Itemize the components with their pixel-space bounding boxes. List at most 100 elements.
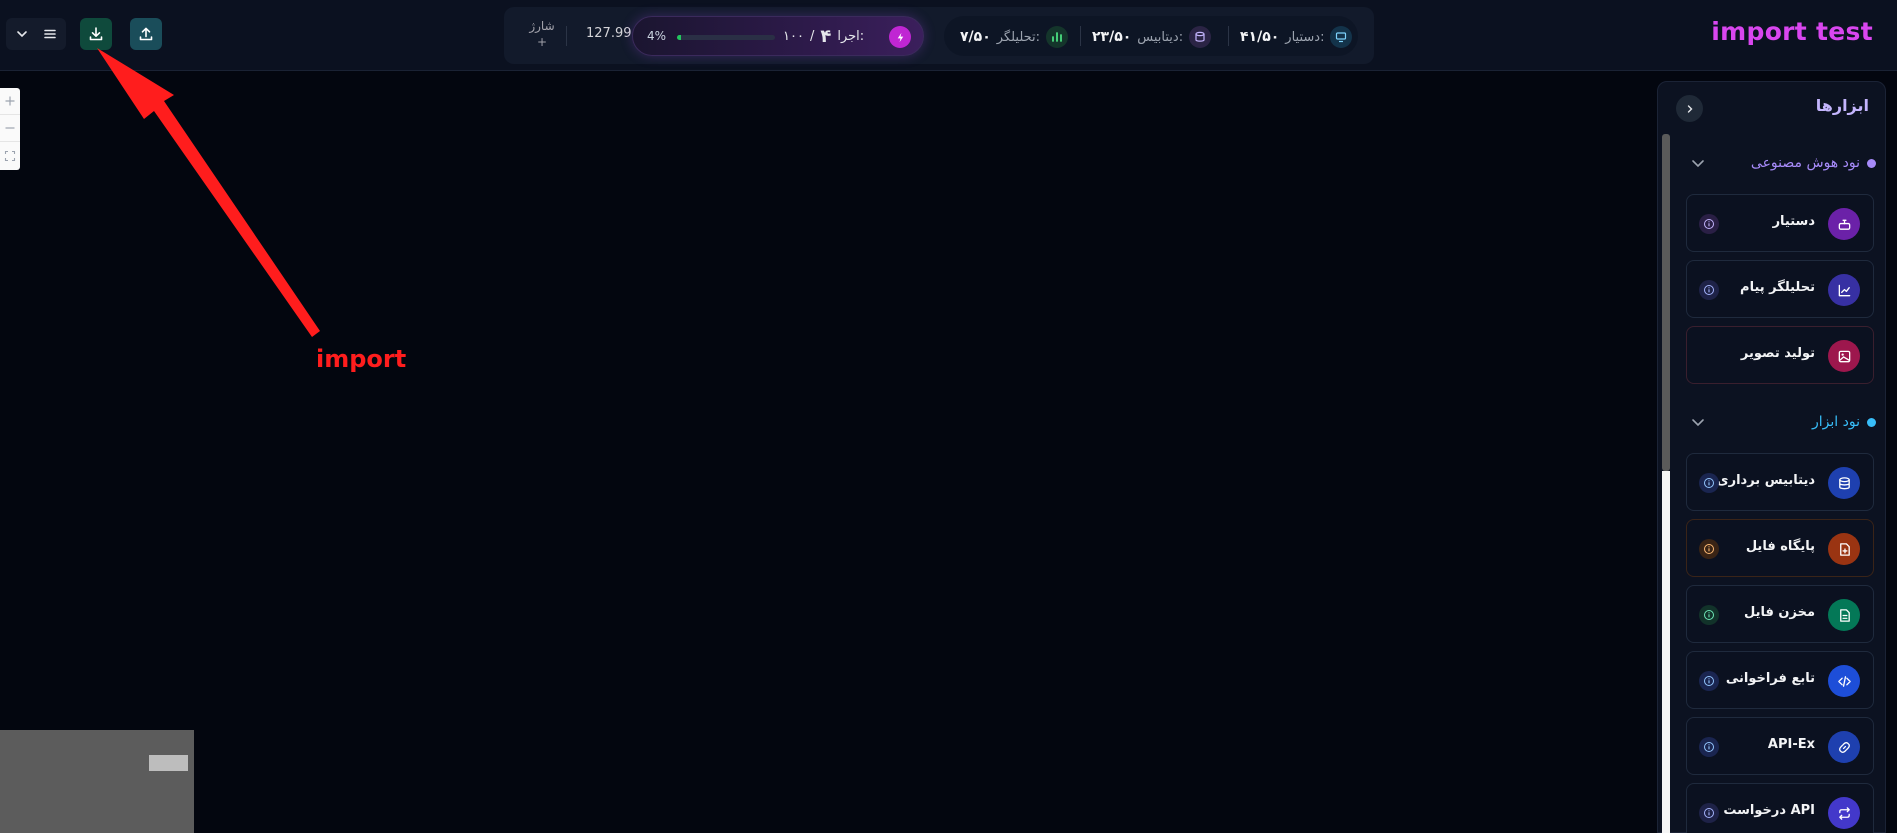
chevron-down-icon[interactable] <box>1690 155 1706 175</box>
run-progress-bar <box>677 35 775 40</box>
fit-view-button[interactable] <box>0 142 20 169</box>
stats-panel: شارژ + 127.99 4% ۱۰۰ / ۴ اجرا: ۷/۵۰ تحلی… <box>504 7 1374 64</box>
node-label: تحلیلگر پیام <box>1740 280 1815 295</box>
progress-fill <box>677 35 681 40</box>
credit-value: 127.99 <box>586 26 632 41</box>
chevron-right-icon <box>1687 104 1692 113</box>
database-value: ۲۳/۵۰ <box>1092 29 1132 45</box>
section-label: نود ابزار <box>1812 414 1860 430</box>
analyzer-value: ۷/۵۰ <box>960 29 991 45</box>
node-card-image-generation[interactable]: تولید تصویر <box>1686 326 1874 384</box>
fullscreen-icon <box>4 150 16 161</box>
chart-icon <box>1828 274 1860 306</box>
node-card-assistant[interactable]: دستیار <box>1686 194 1874 252</box>
section-label: نود هوش مصنوعی <box>1750 155 1860 171</box>
node-card-file-base[interactable]: پایگاه فایل <box>1686 519 1874 577</box>
node-label: API-Ex <box>1767 737 1815 752</box>
link-icon <box>1828 731 1860 763</box>
image-icon <box>1828 340 1860 372</box>
divider <box>1080 26 1081 46</box>
lightning-icon <box>889 26 911 48</box>
chevron-down-icon[interactable] <box>1690 414 1706 434</box>
node-card-message-analyzer[interactable]: تحلیلگر پیام <box>1686 260 1874 318</box>
app-root: { "app": { "title": "import test" }, "to… <box>0 0 1897 833</box>
section-ai-nodes[interactable]: نود هوش مصنوعی <box>1686 153 1876 173</box>
section-dot <box>1867 159 1876 168</box>
info-icon[interactable] <box>1699 803 1719 823</box>
run-sep: / <box>809 29 815 44</box>
export-button[interactable] <box>130 18 162 50</box>
assistant-value: ۴۱/۵۰ <box>1240 29 1280 45</box>
info-icon[interactable] <box>1699 473 1719 493</box>
scrollbar-thumb[interactable] <box>1662 134 1670 471</box>
run-max: ۱۰۰ <box>783 29 804 44</box>
info-icon[interactable] <box>1699 539 1719 559</box>
monitor-icon <box>1330 26 1353 48</box>
file-plus-icon <box>1828 533 1860 565</box>
upload-icon <box>139 27 153 41</box>
scrollbar-track <box>1662 471 1670 833</box>
minimap-node <box>149 755 188 771</box>
bar-chart-icon <box>1046 26 1069 48</box>
robot-icon <box>1828 208 1860 240</box>
database-icon <box>1828 467 1860 499</box>
app-title: import test <box>1711 17 1873 46</box>
run-count: ۴ <box>820 26 832 47</box>
node-card-api-ex[interactable]: API-Ex <box>1686 717 1874 775</box>
run-usage-pill: 4% ۱۰۰ / ۴ اجرا: <box>632 16 924 56</box>
minimap[interactable] <box>0 730 194 833</box>
chevron-down-icon[interactable] <box>8 18 36 50</box>
analyzer-label: تحلیلگر: <box>996 29 1041 45</box>
divider <box>1228 26 1229 46</box>
node-card-api-request[interactable]: درخواست API <box>1686 783 1874 833</box>
import-button[interactable] <box>80 18 112 50</box>
database-stat: ۲۳/۵۰ دیتابیس: <box>1092 26 1212 48</box>
analyzer-stat: ۷/۵۰ تحلیلگر: <box>960 26 1069 48</box>
node-label: تابع فراخوانی <box>1725 671 1815 686</box>
section-tool-nodes[interactable]: نود ابزار <box>1686 412 1876 432</box>
info-icon[interactable] <box>1699 214 1719 234</box>
menu-icon[interactable] <box>36 18 64 50</box>
usage-stats-pill: ۷/۵۰ تحلیلگر: ۲۳/۵۰ دیتابیس: ۴۱/۵۰ دستیا… <box>944 16 1358 56</box>
zoom-in-button[interactable] <box>0 88 20 115</box>
charge-plus: + <box>536 35 548 49</box>
file-text-icon <box>1828 599 1860 631</box>
zoom-controls <box>0 88 20 170</box>
node-label: دستیار <box>1772 214 1815 229</box>
run-label: اجرا: <box>837 29 865 44</box>
info-icon[interactable] <box>1699 737 1719 757</box>
node-label: درخواست API <box>1723 803 1815 818</box>
assistant-label: دستیار: <box>1285 29 1325 45</box>
collapse-sidebar-button[interactable] <box>1676 95 1703 122</box>
database-label: دیتابیس: <box>1137 29 1184 45</box>
info-icon[interactable] <box>1699 671 1719 691</box>
node-card-vector-database[interactable]: دیتابیس برداری <box>1686 453 1874 511</box>
divider <box>566 26 567 46</box>
minus-icon <box>5 127 15 129</box>
node-label: تولید تصویر <box>1740 346 1815 361</box>
repeat-icon <box>1828 797 1860 829</box>
charge-label: شارژ <box>529 19 555 33</box>
node-label: دیتابیس برداری <box>1716 473 1815 488</box>
node-label: پایگاه فایل <box>1745 539 1815 554</box>
sidebar-scrollbar[interactable] <box>1662 134 1670 833</box>
assistant-stat: ۴۱/۵۰ دستیار: <box>1240 26 1353 48</box>
run-counter: ۱۰۰ / ۴ اجرا: <box>783 26 864 47</box>
sidebar-title: ابزارها <box>1815 96 1869 115</box>
code-icon <box>1828 665 1860 697</box>
info-icon[interactable] <box>1699 280 1719 300</box>
node-card-function-call[interactable]: تابع فراخوانی <box>1686 651 1874 709</box>
zoom-out-button[interactable] <box>0 115 20 142</box>
tools-sidebar: ابزارها نود هوش مصنوعی دستیار تحلیلگر پی… <box>1657 81 1886 833</box>
info-icon[interactable] <box>1699 605 1719 625</box>
database-icon <box>1189 26 1212 48</box>
menu-group <box>6 18 66 50</box>
annotation-arrow <box>97 48 320 337</box>
charge-button[interactable]: شارژ + <box>526 18 558 50</box>
node-card-file-storage[interactable]: مخزن فایل <box>1686 585 1874 643</box>
plus-icon <box>5 96 15 106</box>
section-dot <box>1867 418 1876 427</box>
left-controls <box>6 18 162 50</box>
node-label: مخزن فایل <box>1743 605 1815 620</box>
annotation-label: import <box>316 345 407 373</box>
